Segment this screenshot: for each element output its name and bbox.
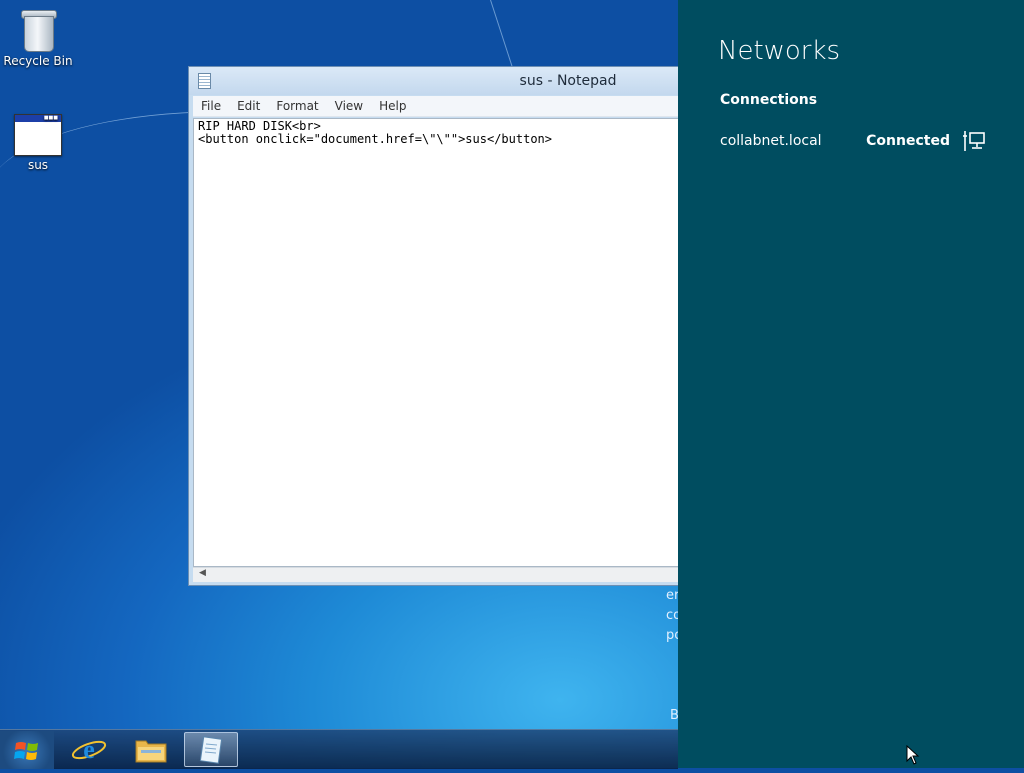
panel-title: Networks: [718, 36, 841, 66]
desktop-icon-sus[interactable]: ■■■ sus: [0, 114, 76, 172]
scroll-left-icon[interactable]: ◀: [199, 568, 206, 578]
notepad-icon: [199, 736, 223, 764]
taskbar-notepad[interactable]: [184, 732, 238, 767]
folder-icon: [135, 740, 167, 763]
network-name: collabnet.local: [720, 133, 822, 149]
networks-panel: Networks Connections collabnet.local Con…: [678, 0, 1024, 768]
window-title: sus - Notepad: [519, 73, 617, 89]
connection-status: Connected: [866, 133, 950, 149]
start-button[interactable]: [0, 731, 54, 769]
horizontal-scrollbar[interactable]: ◀: [193, 567, 697, 582]
notepad-titlebar[interactable]: sus - Notepad: [189, 67, 697, 95]
taskbar: e: [0, 729, 678, 769]
menu-bar: File Edit Format View Help: [193, 96, 697, 117]
html-file-icon: ■■■: [14, 114, 62, 156]
recycle-bin-icon: [20, 8, 57, 52]
text-editor[interactable]: RIP HARD DISK<br> <button onclick="docum…: [193, 118, 697, 567]
notepad-window[interactable]: sus - Notepad File Edit Format View Help…: [188, 66, 698, 586]
network-connection-item[interactable]: collabnet.local Connected: [720, 128, 986, 154]
wired-network-icon: [963, 131, 985, 151]
desktop-icon-recycle-bin[interactable]: Recycle Bin: [0, 8, 76, 68]
svg-text:e: e: [83, 735, 95, 764]
taskbar-internet-explorer[interactable]: e: [62, 732, 116, 767]
menu-help[interactable]: Help: [371, 99, 414, 113]
menu-view[interactable]: View: [327, 99, 371, 113]
ie-icon: e: [71, 735, 107, 764]
section-heading: Connections: [720, 92, 818, 108]
menu-format[interactable]: Format: [268, 99, 326, 113]
taskbar-file-explorer[interactable]: [124, 732, 178, 767]
background-window-text: er co po: [666, 588, 678, 643]
desktop-icon-label: Recycle Bin: [3, 54, 73, 68]
menu-file[interactable]: File: [193, 99, 229, 113]
mouse-cursor-icon: [906, 745, 920, 765]
menu-edit[interactable]: Edit: [229, 99, 268, 113]
desktop-icon-label: sus: [27, 158, 49, 172]
windows-logo-icon: [14, 742, 38, 760]
